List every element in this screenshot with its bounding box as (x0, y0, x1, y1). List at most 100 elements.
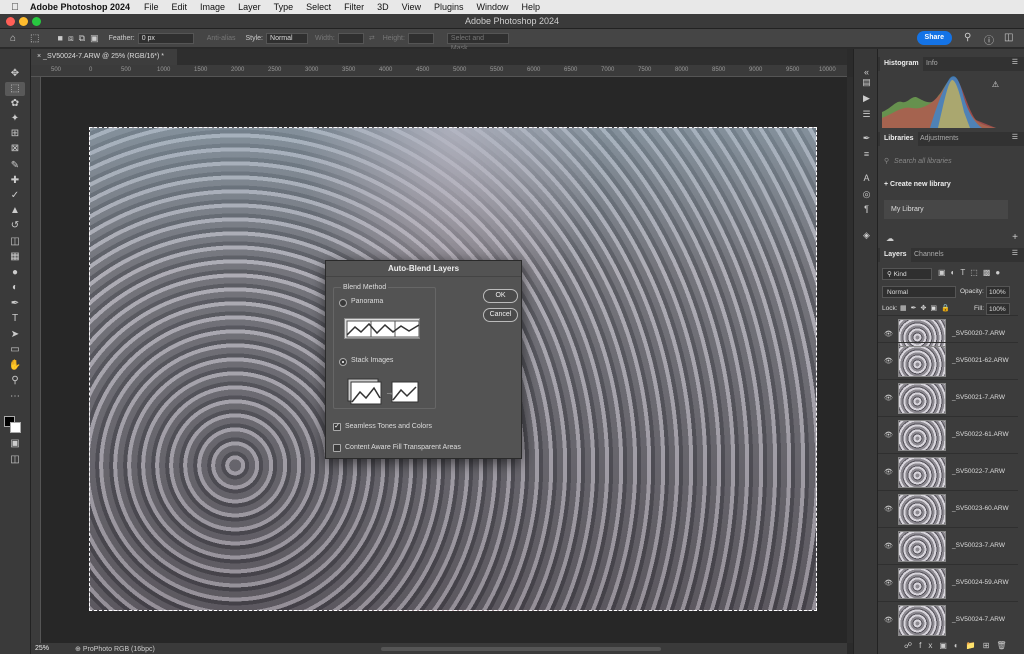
dodge-tool-icon[interactable]: ◐ (5, 281, 25, 295)
help-icon[interactable]: ⓘ (984, 32, 994, 47)
home-icon[interactable]: ⌂ (10, 33, 16, 44)
menu-type[interactable]: Type (274, 2, 294, 12)
visibility-eye-icon[interactable]: 👁 (884, 616, 893, 624)
panorama-radio[interactable] (339, 299, 347, 307)
link-layers-icon[interactable]: ☍ (904, 641, 919, 650)
close-tab-icon[interactable]: × (37, 53, 41, 60)
add-library-icon[interactable]: + (1012, 232, 1018, 243)
paragraph-panel-icon[interactable]: ¶ (860, 204, 873, 217)
libraries-menu-icon[interactable]: ☰ (1012, 133, 1018, 141)
character-panel-icon[interactable]: A (860, 173, 873, 186)
hand-tool-icon[interactable]: ✋ (5, 359, 25, 373)
visibility-eye-icon[interactable]: 👁 (884, 357, 893, 365)
healing-brush-tool-icon[interactable]: ✚ (5, 174, 25, 188)
blur-tool-icon[interactable]: ● (5, 266, 25, 280)
layer-row[interactable]: 👁 _SV50021-62.ARW (878, 342, 1018, 379)
layer-style-icon[interactable]: fx (919, 641, 939, 650)
new-selection-icon[interactable]: ■ (58, 33, 63, 43)
history-brush-tool-icon[interactable]: ↺ (5, 219, 25, 233)
path-selection-tool-icon[interactable]: ➤ (5, 328, 25, 342)
antialias-checkbox[interactable]: Anti-alias (207, 35, 236, 42)
workspace-icon[interactable]: ◫ (1004, 32, 1013, 43)
horizontal-scrollbar[interactable] (381, 647, 661, 651)
zoom-tool-icon[interactable]: ⚲ (5, 374, 25, 388)
gradient-tool-icon[interactable]: ▦ (5, 250, 25, 264)
visibility-eye-icon[interactable]: 👁 (884, 542, 893, 550)
seamless-tones-label[interactable]: Seamless Tones and Colors (345, 423, 432, 430)
layer-row[interactable]: 👁 _SV50023-60.ARW (878, 490, 1018, 527)
menu-image[interactable]: Image (200, 2, 225, 12)
create-new-library-button[interactable]: + Create new library (884, 181, 951, 188)
search-icon[interactable]: ⚲ (964, 32, 971, 43)
visibility-eye-icon[interactable]: 👁 (884, 431, 893, 439)
panorama-label[interactable]: Panorama (351, 298, 383, 305)
new-layer-icon[interactable]: ⊞ (983, 641, 997, 650)
style-select[interactable]: Normal (266, 32, 309, 44)
crop-tool-icon[interactable]: ⊞ (5, 127, 25, 141)
glyphs-panel-icon[interactable]: ◎ (860, 189, 873, 202)
content-aware-checkbox[interactable] (333, 444, 341, 452)
type-tool-icon[interactable]: T (5, 312, 25, 326)
tab-histogram[interactable]: Histogram (880, 57, 923, 71)
tab-libraries[interactable]: Libraries (880, 132, 918, 146)
rectangular-marquee-tool-icon[interactable]: ⬚ (5, 82, 25, 96)
new-group-icon[interactable]: 📁 (966, 641, 983, 650)
eyedropper-tool-icon[interactable]: ✎ (5, 159, 25, 173)
swap-icon[interactable]: ⇄ (369, 34, 375, 42)
add-mask-icon[interactable]: ▣ (939, 641, 954, 650)
ok-button[interactable]: OK (483, 289, 518, 303)
fill-input[interactable]: 100% (986, 303, 1010, 315)
screen-mode-icon[interactable]: ◫ (5, 453, 25, 467)
menu-select[interactable]: Select (306, 2, 331, 12)
clone-stamp-tool-icon[interactable]: ▲ (5, 204, 25, 218)
app-name-menu[interactable]: Adobe Photoshop 2024 (30, 2, 130, 12)
brush-tool-icon[interactable]: ✓ (5, 189, 25, 203)
add-selection-icon[interactable]: ⧈ (68, 33, 74, 44)
tab-layers[interactable]: Layers (880, 248, 911, 262)
delete-layer-icon[interactable]: 🗑 (996, 641, 1013, 650)
zoom-window-button[interactable] (32, 17, 41, 26)
content-aware-label[interactable]: Content Aware Fill Transparent Areas (345, 444, 461, 451)
layer-filter-icons[interactable]: ▣◐T⬚▩● (938, 268, 1005, 277)
pen-tool-icon[interactable]: ✒ (5, 297, 25, 311)
intersect-selection-icon[interactable]: ▣ (90, 33, 99, 44)
adjustment-layer-icon[interactable]: ◐ (954, 641, 966, 650)
library-item[interactable]: My Library (884, 200, 1008, 219)
tab-channels[interactable]: Channels (910, 248, 948, 262)
layer-actions-bar[interactable]: ☍fx▣◐📁⊞🗑 (904, 641, 1014, 650)
visibility-eye-icon[interactable]: 👁 (884, 579, 893, 587)
quick-mask-icon[interactable]: ▣ (5, 437, 25, 451)
history-panel-icon[interactable]: ▤ (860, 77, 873, 90)
marquee-preset-icon[interactable]: ⬚ (30, 33, 39, 44)
stack-images-radio[interactable] (339, 358, 347, 366)
actions-play-icon[interactable]: ▶ (860, 93, 873, 106)
lock-icons[interactable]: ▦✒✥▣🔒 (900, 304, 954, 312)
tab-adjustments[interactable]: Adjustments (916, 132, 963, 146)
menu-window[interactable]: Window (477, 2, 509, 12)
properties-panel-icon[interactable]: ☰ (860, 109, 873, 122)
menu-3d[interactable]: 3D (377, 2, 389, 12)
seamless-tones-checkbox[interactable]: ✓ (333, 423, 341, 431)
close-window-button[interactable] (6, 17, 15, 26)
3d-panel-icon[interactable]: ◈ (860, 230, 873, 243)
visibility-eye-icon[interactable]: 👁 (884, 330, 893, 338)
background-color-swatch[interactable] (10, 422, 21, 433)
more-tools-icon[interactable]: ⋯ (5, 390, 25, 404)
menu-layer[interactable]: Layer (238, 2, 261, 12)
brush-settings-icon[interactable]: ✒ (860, 133, 873, 146)
opacity-input[interactable]: 100% (986, 286, 1010, 298)
magic-wand-tool-icon[interactable]: ✦ (5, 112, 25, 126)
apple-icon[interactable]:  (0, 2, 30, 13)
cloud-icon[interactable]: ☁ (886, 234, 894, 243)
layer-row[interactable]: 👁 _SV50024-59.ARW (878, 564, 1018, 601)
layer-row[interactable]: 👁 _SV50023-7.ARW (878, 527, 1018, 564)
adjustments-sliders-icon[interactable]: ≡ (860, 149, 873, 162)
subtract-selection-icon[interactable]: ⧉ (79, 33, 85, 44)
feather-input[interactable]: 0 px (137, 32, 194, 44)
menu-help[interactable]: Help (522, 2, 541, 12)
share-button[interactable]: Share (916, 31, 952, 45)
rectangle-tool-icon[interactable]: ▭ (5, 343, 25, 357)
menu-file[interactable]: File (144, 2, 159, 12)
layer-row[interactable]: 👁 _SV50024-7.ARW (878, 601, 1018, 638)
visibility-eye-icon[interactable]: 👁 (884, 505, 893, 513)
